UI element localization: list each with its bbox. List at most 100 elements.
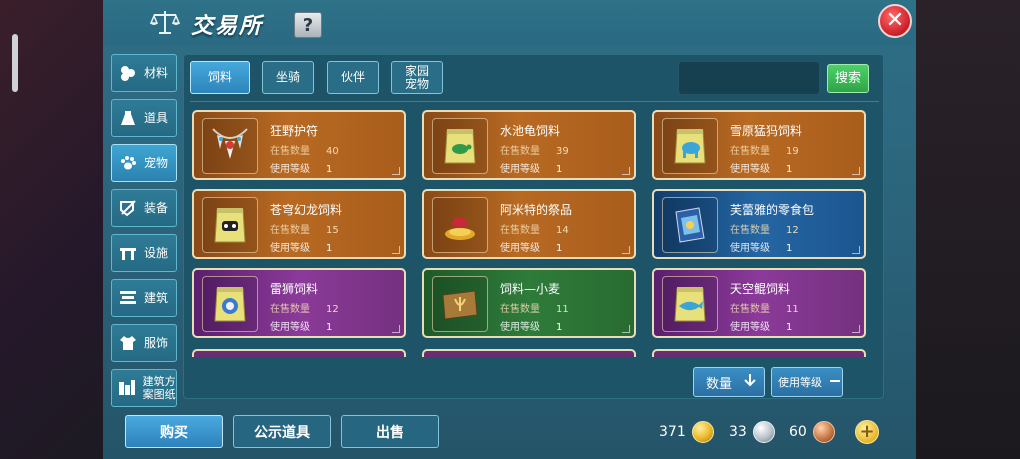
item-icon — [118, 108, 138, 128]
wild-amulet-icon — [202, 118, 258, 174]
item-level: 使用等级 1 — [500, 164, 563, 175]
item-stock: 在售数量 15 — [270, 225, 339, 236]
sidebar-item-label: 建筑 — [144, 290, 169, 305]
item-stock: 在售数量 19 — [730, 146, 799, 157]
sidebar-item-label: 装备 — [144, 200, 169, 215]
title-bar: 交易所 ? ✕ — [103, 0, 916, 46]
search-input[interactable] — [678, 61, 820, 95]
sidebar-item-material[interactable]: 材料 — [111, 54, 177, 92]
building-icon — [118, 288, 138, 308]
offering-icon — [432, 197, 488, 253]
tab-divider — [190, 101, 879, 102]
item-name: 雷狮饲料 — [270, 282, 319, 296]
search-button[interactable]: 搜索 — [827, 64, 869, 93]
sort-level-button[interactable]: 使用等级 — [771, 367, 843, 397]
buy-button[interactable]: 购买 — [125, 415, 223, 448]
item-name: 芙蕾雅的零食包 — [730, 203, 815, 217]
item-name: 雪原猛犸饲料 — [730, 124, 803, 138]
tab-home-pet[interactable]: 家园宠物 — [391, 61, 443, 94]
expand-corner-icon — [852, 246, 860, 254]
item-stock: 在售数量 11 — [730, 304, 799, 315]
expand-corner-icon — [622, 325, 630, 333]
facility-icon — [118, 243, 138, 263]
item-level: 使用等级 1 — [730, 164, 793, 175]
bronze-currency: 60 — [789, 419, 835, 445]
listed-items-button[interactable]: 公示道具 — [233, 415, 331, 448]
sell-button[interactable]: 出售 — [341, 415, 439, 448]
item-name: 饲料—小麦 — [500, 282, 561, 296]
sidebar-item-blueprint[interactable]: 建筑方案图纸 — [111, 369, 177, 407]
item-card[interactable]: 饲料—小麦 在售数量 11 使用等级 1 — [422, 268, 636, 338]
trade-window: 交易所 ? ✕ 材料 道具 宠物 装备 设施 建筑 服饰 建筑方案图纸 饲料 坐… — [103, 0, 916, 459]
background-right — [916, 0, 1020, 459]
help-button[interactable]: ? — [294, 12, 322, 38]
item-name: 狂野护符 — [270, 124, 319, 138]
tab-mount[interactable]: 坐骑 — [262, 61, 314, 94]
item-card[interactable]: 天空鲲饲料 在售数量 11 使用等级 1 — [652, 268, 866, 338]
expand-corner-icon — [852, 325, 860, 333]
item-card[interactable]: 雷狮饲料 在售数量 12 使用等级 1 — [192, 268, 406, 338]
item-level: 使用等级 1 — [270, 322, 333, 333]
item-panel: 饲料 坐骑 伙伴 家园宠物 搜索 狂野护符 在售数量 40 使用等级 1 水池龟饲料… — [183, 54, 884, 399]
turtle-feed-bag-icon — [432, 118, 488, 174]
sidebar-item-label: 宠物 — [144, 155, 169, 170]
item-stock: 在售数量 14 — [500, 225, 569, 236]
item-card[interactable]: 芙蕾雅的零食包 在售数量 12 使用等级 1 — [652, 189, 866, 259]
expand-corner-icon — [622, 246, 630, 254]
clothing-icon — [118, 333, 138, 353]
expand-corner-icon — [392, 325, 400, 333]
sidebar-item-building[interactable]: 建筑 — [111, 279, 177, 317]
snack-pack-icon — [662, 197, 718, 253]
lion-feed-bag-icon — [202, 276, 258, 332]
wheat-sack-icon — [432, 276, 488, 332]
sort-quantity-label: 数量 — [706, 376, 733, 392]
bronze-coin-icon — [812, 421, 835, 443]
close-button[interactable]: ✕ — [878, 4, 912, 38]
gold-coin-icon — [691, 421, 714, 443]
item-stock: 在售数量 40 — [270, 146, 339, 157]
item-level: 使用等级 1 — [730, 243, 793, 254]
item-card[interactable]: 雪原猛犸饲料 在售数量 19 使用等级 1 — [652, 110, 866, 180]
sidebar-item-pet[interactable]: 宠物 — [111, 144, 177, 182]
sidebar-item-label: 建筑方案图纸 — [142, 375, 176, 401]
sort-level-label: 使用等级 — [778, 376, 822, 389]
gold-currency: 371 — [659, 419, 714, 445]
sidebar-item-clothing[interactable]: 服饰 — [111, 324, 177, 362]
item-level: 使用等级 1 — [500, 243, 563, 254]
item-card-partial[interactable] — [652, 349, 866, 357]
sort-quantity-button[interactable]: 数量 — [693, 367, 765, 397]
window-title: 交易所 — [191, 14, 264, 39]
expand-corner-icon — [852, 167, 860, 175]
tab-feed[interactable]: 饲料 — [190, 61, 250, 94]
item-card[interactable]: 狂野护符 在售数量 40 使用等级 1 — [192, 110, 406, 180]
tab-partner[interactable]: 伙伴 — [327, 61, 379, 94]
sidebar-item-item[interactable]: 道具 — [111, 99, 177, 137]
sidebar-item-label: 材料 — [144, 65, 169, 80]
item-name: 苍穹幻龙饲料 — [270, 203, 343, 217]
item-card-partial[interactable] — [192, 349, 406, 357]
pet-paw-icon — [118, 153, 138, 173]
sidebar-item-facility[interactable]: 设施 — [111, 234, 177, 272]
sidebar-item-equipment[interactable]: 装备 — [111, 189, 177, 227]
sidebar-item-label: 设施 — [144, 245, 169, 260]
item-stock: 在售数量 12 — [270, 304, 339, 315]
item-card[interactable]: 苍穹幻龙饲料 在售数量 15 使用等级 1 — [192, 189, 406, 259]
silver-coin-icon — [752, 421, 775, 443]
item-level: 使用等级 1 — [730, 322, 793, 333]
side-handle[interactable] — [12, 34, 18, 92]
item-stock: 在售数量 11 — [500, 304, 569, 315]
expand-corner-icon — [392, 246, 400, 254]
scales-icon — [149, 8, 181, 36]
sidebar-item-label: 道具 — [144, 110, 169, 125]
item-card-partial[interactable] — [422, 349, 636, 357]
equipment-icon — [118, 198, 138, 218]
add-currency-button[interactable]: + — [855, 420, 879, 444]
item-card[interactable]: 阿米特的祭品 在售数量 14 使用等级 1 — [422, 189, 636, 259]
mammoth-feed-bag-icon — [662, 118, 718, 174]
item-card[interactable]: 水池龟饲料 在售数量 39 使用等级 1 — [422, 110, 636, 180]
item-stock: 在售数量 12 — [730, 225, 799, 236]
gold-amount: 371 — [659, 424, 686, 440]
blueprint-icon — [118, 378, 137, 398]
bronze-amount: 60 — [789, 424, 807, 440]
silver-amount: 33 — [729, 424, 747, 440]
